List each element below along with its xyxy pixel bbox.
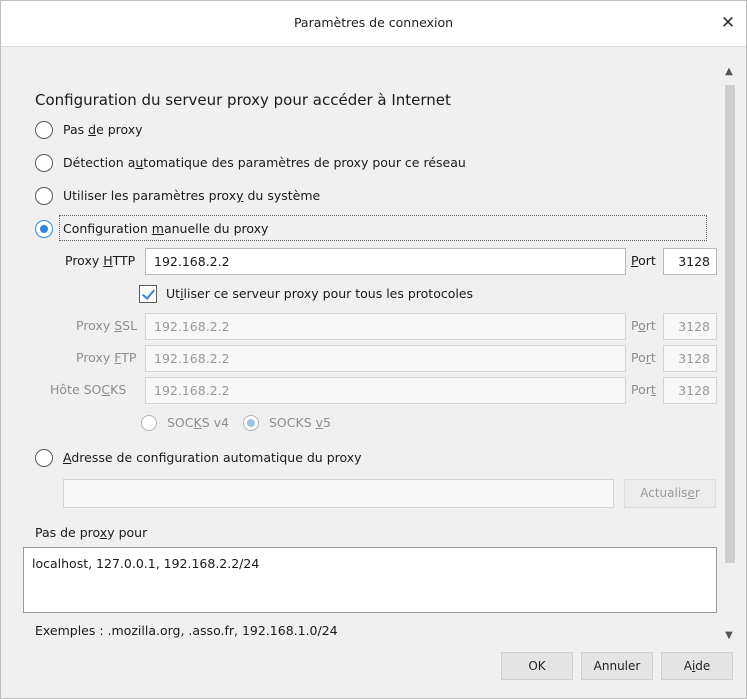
scrollbar[interactable]: ▲ ▼ [723, 63, 735, 645]
proxy-section-heading: Configuration du serveur proxy pour accé… [35, 91, 451, 109]
http-port-input[interactable]: 3128 [663, 248, 717, 275]
share-proxy-checkbox[interactable] [139, 285, 157, 303]
no-proxy-examples-text: Exemples : .mozilla.org, .asso.fr, 192.1… [35, 623, 338, 638]
socks-host-input[interactable]: 192.168.2.2 [145, 377, 626, 404]
socks-host-label: Hôte SOCKS [50, 382, 127, 397]
http-proxy-input[interactable]: 192.168.2.2 [145, 248, 626, 275]
http-port-label: Port [631, 253, 656, 268]
ftp-proxy-input[interactable]: 192.168.2.2 [145, 345, 626, 372]
close-icon[interactable]: ✕ [716, 11, 740, 35]
scroll-thumb[interactable] [725, 85, 735, 563]
auto-config-url-radio[interactable] [35, 449, 53, 467]
system-proxy-radio[interactable] [35, 187, 53, 205]
auto-detect-radio[interactable] [35, 154, 53, 172]
ftp-proxy-label: Proxy FTP [76, 350, 137, 365]
title-bar: Paramètres de connexion ✕ [1, 1, 746, 47]
socks-v4-radio[interactable] [141, 415, 157, 431]
ftp-port-input[interactable]: 3128 [663, 345, 717, 372]
cancel-button[interactable]: Annuler [581, 652, 653, 680]
manual-proxy-radio[interactable] [35, 220, 53, 238]
ssl-proxy-label: Proxy SSL [76, 318, 138, 333]
dialog-title: Paramètres de connexion [293, 15, 454, 30]
no-proxy-for-label: Pas de proxy pour [35, 525, 148, 540]
auto-config-url-label[interactable]: Adresse de configuration automatique du … [63, 450, 362, 465]
share-proxy-label[interactable]: Utiliser ce serveur proxy pour tous les … [166, 286, 473, 301]
help-button[interactable]: Aide [661, 652, 733, 680]
no-proxy-for-textarea[interactable]: localhost, 127.0.0.1, 192.168.2.2/24 [23, 547, 717, 613]
ssl-port-label: Port [631, 318, 656, 333]
ssl-port-input[interactable]: 3128 [663, 313, 717, 340]
manual-proxy-label[interactable]: Configuration manuelle du proxy [63, 221, 268, 236]
system-proxy-label[interactable]: Utiliser les paramètres proxy du système [63, 188, 320, 203]
scroll-down-icon[interactable]: ▼ [723, 629, 735, 643]
auto-detect-label[interactable]: Détection automatique des paramètres de … [63, 155, 466, 170]
auto-config-url-input[interactable] [63, 479, 614, 508]
http-proxy-label: Proxy HTTP [65, 253, 136, 268]
socks-port-label: Port [631, 382, 656, 397]
socks-v5-radio[interactable] [243, 415, 259, 431]
no-proxy-label[interactable]: Pas de proxy [63, 122, 143, 137]
connection-settings-dialog: Paramètres de connexion ✕ Configuration … [0, 0, 747, 699]
ftp-port-label: Port [631, 350, 656, 365]
reload-button[interactable]: Actualiser [624, 479, 716, 508]
socks-v5-label[interactable]: SOCKS v5 [269, 415, 331, 430]
ok-button[interactable]: OK [501, 652, 573, 680]
ssl-proxy-input[interactable]: 192.168.2.2 [145, 313, 626, 340]
scroll-up-icon[interactable]: ▲ [723, 65, 735, 79]
socks-v4-label[interactable]: SOCKS v4 [167, 415, 229, 430]
no-proxy-radio[interactable] [35, 121, 53, 139]
socks-port-input[interactable]: 3128 [663, 377, 717, 404]
